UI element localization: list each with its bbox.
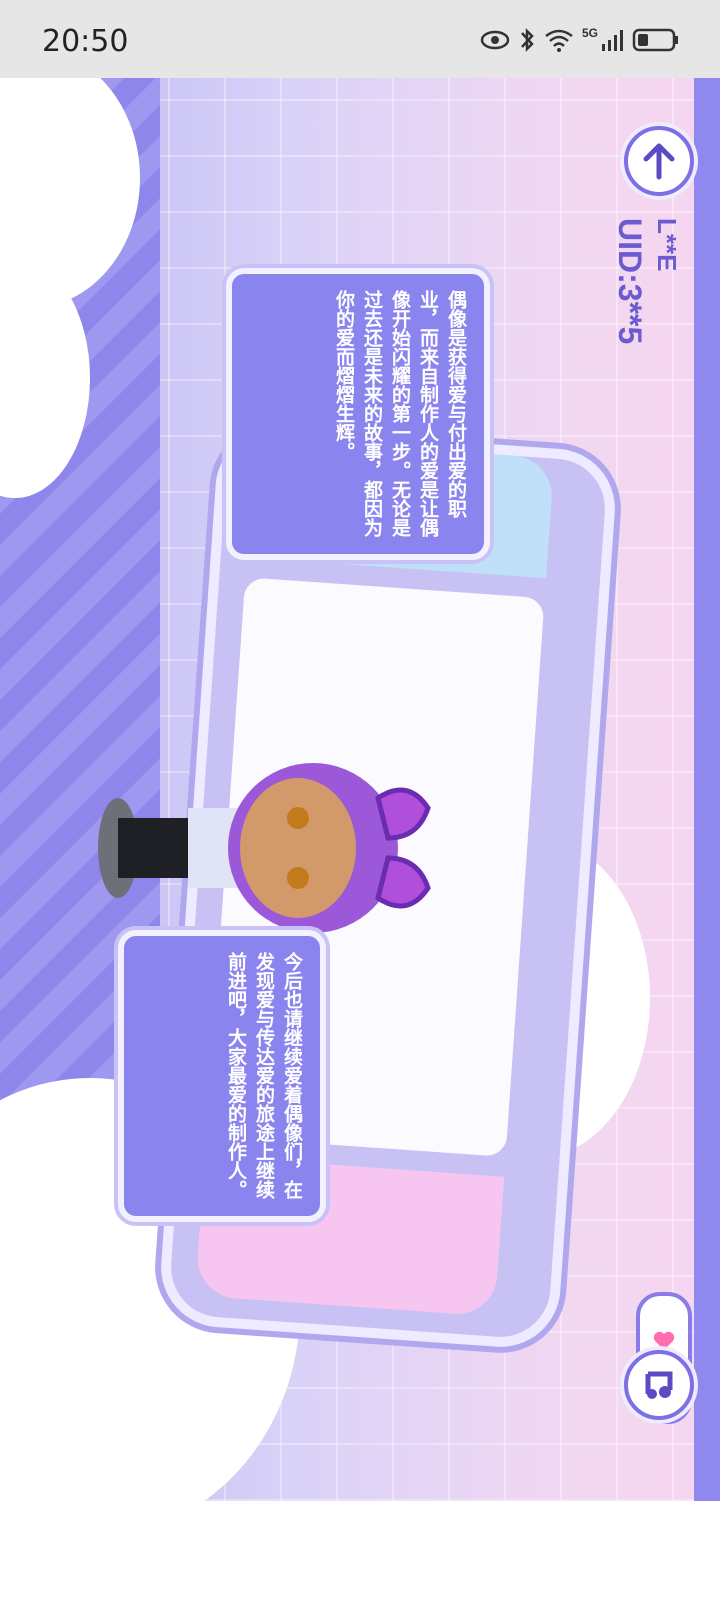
back-button[interactable] [624,126,694,196]
music-button[interactable] [624,1350,694,1420]
heart-icon [653,1331,675,1350]
5g-signal-icon [602,30,623,51]
dialog-text-top: 偶像是获得爱与付出爱的职业，而来自制作人的爱是让偶像开始闪耀的第一步。无论是过去… [333,290,467,537]
user-uid: UID:3**5 [612,218,648,345]
music-note-icon [645,1371,673,1399]
eye-icon [480,30,510,50]
user-name: L**E [652,218,682,272]
status-icons: 5G [480,24,680,56]
dialog-text-bottom: 今后也请继续爱着偶像们，在发现爱与传达爱的旅途上继续前进吧，大家最爱的制作人。 [225,952,303,1199]
user-info: L**E UID:3**5 [602,218,692,438]
background-edge [694,78,720,1501]
bluetooth-icon [521,27,534,53]
dialog-box-top: 偶像是获得爱与付出爱的职业，而来自制作人的爱是让偶像开始闪耀的第一步。无论是过去… [226,268,490,560]
dialog-box-bottom: 今后也请继续爱着偶像们，在发现爱与传达爱的旅途上继续前进吧，大家最爱的制作人。 [118,930,326,1222]
network-label: 5G [581,26,598,40]
arrow-up-icon [643,143,675,180]
status-bar: 20:50 5G [0,0,720,78]
game-scene: L**E UID:3**5 偶像是获得爱与付出爱的职业，而来自制作人的爱是让偶像… [0,78,720,1501]
wifi-icon [545,29,573,52]
battery-icon [632,28,678,52]
status-time: 20:50 [42,24,129,59]
